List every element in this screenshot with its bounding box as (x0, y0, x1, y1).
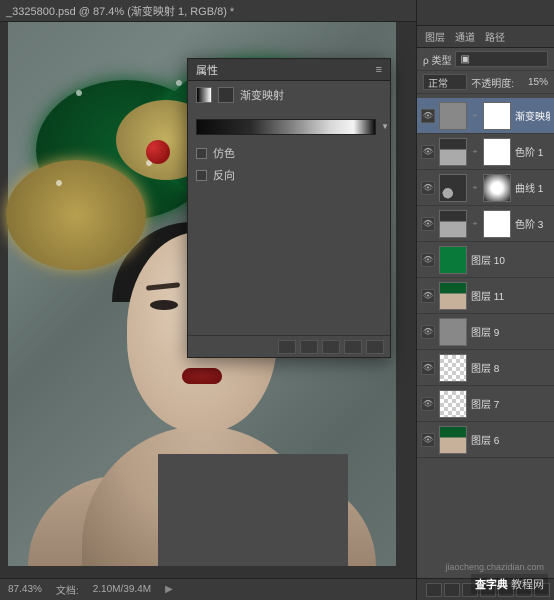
visibility-toggle[interactable]: 👁 (421, 361, 435, 375)
view-previous-icon[interactable] (300, 340, 318, 354)
gradient-dropdown-icon[interactable]: ▼ (381, 122, 389, 131)
layer-thumb[interactable] (439, 210, 467, 238)
mask-thumb[interactable] (483, 210, 511, 238)
layer-thumb[interactable] (439, 282, 467, 310)
properties-tab[interactable]: 属性 ≡ (188, 59, 390, 81)
visibility-toggle[interactable]: 👁 (421, 433, 435, 447)
mask-thumb[interactable] (483, 138, 511, 166)
visibility-toggle[interactable]: 👁 (421, 397, 435, 411)
layer-thumb[interactable] (439, 318, 467, 346)
checkbox-icon (196, 170, 207, 181)
properties-panel: 属性 ≡ 渐变映射 ▼ 仿色 反向 (187, 58, 391, 358)
opacity-value[interactable]: 15% (518, 77, 548, 88)
layer-name[interactable]: 曲线 1 (515, 180, 550, 195)
reverse-checkbox[interactable]: 反向 (196, 167, 382, 183)
layers-list: 👁 ⌖ 渐变映射 1 👁 ⌖ 色阶 1 👁 ⌖ 曲线 1 👁 ⌖ 色阶 3 👁 图层 10 👁 图层 11 👁 图… (417, 98, 554, 578)
layer-name[interactable]: 图层 9 (471, 324, 550, 339)
visibility-toggle[interactable]: 👁 (421, 253, 435, 267)
layer-row[interactable]: 👁 图层 8 (417, 350, 554, 386)
blend-opacity-row: 正常 不透明度: 15% (417, 71, 554, 94)
layer-name[interactable]: 图层 7 (471, 396, 550, 411)
tab-channels[interactable]: 通道 (455, 29, 475, 44)
blend-mode-select[interactable]: 正常 (423, 74, 467, 90)
properties-tab-label: 属性 (196, 62, 218, 78)
opacity-label: 不透明度: (471, 75, 514, 90)
layer-row[interactable]: 👁 图层 6 (417, 422, 554, 458)
panel-menu-icon[interactable]: ≡ (376, 64, 382, 76)
layer-row[interactable]: 👁 ⌖ 渐变映射 1 (417, 98, 554, 134)
tab-paths[interactable]: 路径 (485, 29, 505, 44)
doc-info-label: 文档: (56, 582, 79, 597)
layer-row[interactable]: 👁 图层 9 (417, 314, 554, 350)
layer-name[interactable]: 色阶 3 (515, 216, 550, 231)
clip-layer-icon[interactable] (278, 340, 296, 354)
doc-info-arrow[interactable]: ▶ (165, 584, 173, 595)
visibility-toggle[interactable]: 👁 (421, 145, 435, 159)
visibility-toggle[interactable]: 👁 (421, 181, 435, 195)
mask-thumb[interactable] (483, 102, 511, 130)
layer-row[interactable]: 👁 图层 10 (417, 242, 554, 278)
layer-name[interactable]: 渐变映射 1 (515, 108, 550, 123)
watermark-brand1: 查字典 (475, 579, 508, 591)
watermark-brand2: 教程网 (511, 579, 544, 591)
layer-row[interactable]: 👁 ⌖ 曲线 1 (417, 170, 554, 206)
visibility-toggle[interactable]: 👁 (421, 325, 435, 339)
layer-name[interactable]: 图层 8 (471, 360, 550, 375)
doc-size: 2.10M/39.4M (93, 584, 151, 595)
adjustment-header: 渐变映射 (188, 81, 390, 109)
layer-row[interactable]: 👁 ⌖ 色阶 3 (417, 206, 554, 242)
layer-thumb[interactable] (439, 426, 467, 454)
layer-thumb[interactable] (439, 138, 467, 166)
layer-row[interactable]: 👁 图层 7 (417, 386, 554, 422)
mask-icon[interactable] (218, 87, 234, 103)
reverse-label: 反向 (213, 167, 235, 183)
layers-panel: 图层 通道 路径 ρ 类型 ▣ 正常 不透明度: 15% 锁定: ▣ ✎ ⊕ 🔒… (416, 0, 554, 600)
delete-icon[interactable] (366, 340, 384, 354)
gradient-picker[interactable]: ▼ (196, 119, 376, 135)
visibility-icon[interactable] (344, 340, 362, 354)
layer-name[interactable]: 图层 6 (471, 432, 550, 447)
fx-icon[interactable] (444, 583, 460, 597)
reset-icon[interactable] (322, 340, 340, 354)
layer-name[interactable]: 图层 10 (471, 252, 550, 267)
filter-label[interactable]: ρ 类型 (423, 52, 451, 67)
layer-name[interactable]: 色阶 1 (515, 144, 550, 159)
layer-name[interactable]: 图层 11 (471, 288, 550, 303)
visibility-toggle[interactable]: 👁 (421, 289, 435, 303)
properties-footer (188, 335, 390, 357)
layer-thumb[interactable] (439, 174, 467, 202)
gradient-map-icon (196, 87, 212, 103)
layer-thumb[interactable] (439, 354, 467, 382)
panel-tabs: 图层 通道 路径 (417, 26, 554, 48)
watermark: 查字典 教程网 (471, 574, 548, 594)
layer-row[interactable]: 👁 ⌖ 色阶 1 (417, 134, 554, 170)
dither-label: 仿色 (213, 145, 235, 161)
checkbox-icon (196, 148, 207, 159)
adjustment-title: 渐变映射 (240, 87, 284, 103)
link-icon: ⌖ (471, 183, 479, 193)
mask-thumb[interactable] (483, 174, 511, 202)
layer-thumb[interactable] (439, 246, 467, 274)
link-icon: ⌖ (471, 111, 479, 121)
link-icon: ⌖ (471, 147, 479, 157)
layer-thumb[interactable] (439, 390, 467, 418)
layer-row[interactable]: 👁 图层 11 (417, 278, 554, 314)
layer-filter-row: ρ 类型 ▣ (417, 48, 554, 71)
filter-dropdown[interactable]: ▣ (455, 51, 548, 67)
tab-layers[interactable]: 图层 (425, 29, 445, 44)
dither-checkbox[interactable]: 仿色 (196, 145, 382, 161)
visibility-toggle[interactable]: 👁 (421, 109, 435, 123)
layer-thumb[interactable] (439, 102, 467, 130)
watermark-url: jiaocheng.chazidian.com (445, 562, 544, 572)
zoom-level[interactable]: 87.43% (8, 584, 42, 595)
panel-collapse-bar[interactable] (417, 0, 554, 26)
link-icon: ⌖ (471, 219, 479, 229)
visibility-toggle[interactable]: 👁 (421, 217, 435, 231)
link-layers-icon[interactable] (426, 583, 442, 597)
